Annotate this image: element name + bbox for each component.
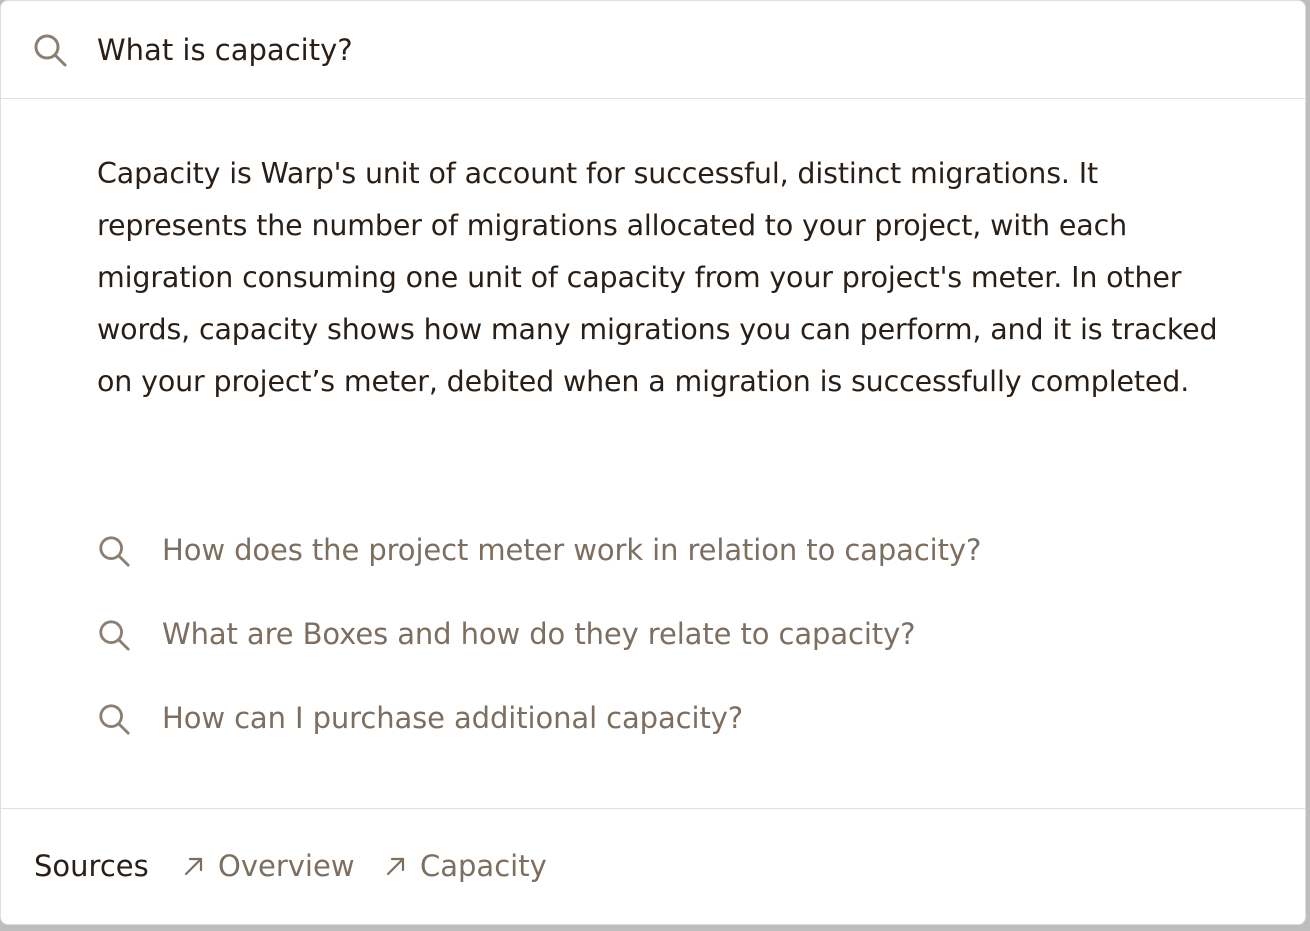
search-bar <box>1 1 1305 99</box>
ask-ai-panel: Capacity is Warp's unit of account for s… <box>0 0 1306 925</box>
answer-text: Capacity is Warp's unit of account for s… <box>97 157 1218 398</box>
search-icon <box>34 34 67 67</box>
search-input[interactable] <box>97 27 1247 73</box>
source-link-overview[interactable]: Overview <box>183 841 355 891</box>
arrow-up-right-icon <box>184 857 203 876</box>
sources-label: Sources <box>34 849 149 883</box>
suggestion-label: How does the project meter work in relat… <box>162 533 982 567</box>
source-link-label: Overview <box>218 849 355 883</box>
search-icon <box>99 536 130 567</box>
suggestion-label: What are Boxes and how do they relate to… <box>162 617 916 651</box>
suggestion-item[interactable]: How does the project meter work in relat… <box>97 524 1257 608</box>
search-icon <box>99 704 130 735</box>
search-icon <box>99 620 130 651</box>
arrow-up-right-icon <box>386 857 405 876</box>
suggestion-label: How can I purchase additional capacity? <box>162 701 744 735</box>
source-link-label: Capacity <box>420 849 547 883</box>
suggestion-list: How does the project meter work in relat… <box>97 524 1257 776</box>
source-link-capacity[interactable]: Capacity <box>385 841 547 891</box>
suggestion-item[interactable]: How can I purchase additional capacity? <box>97 692 1257 776</box>
suggestion-item[interactable]: What are Boxes and how do they relate to… <box>97 608 1257 692</box>
